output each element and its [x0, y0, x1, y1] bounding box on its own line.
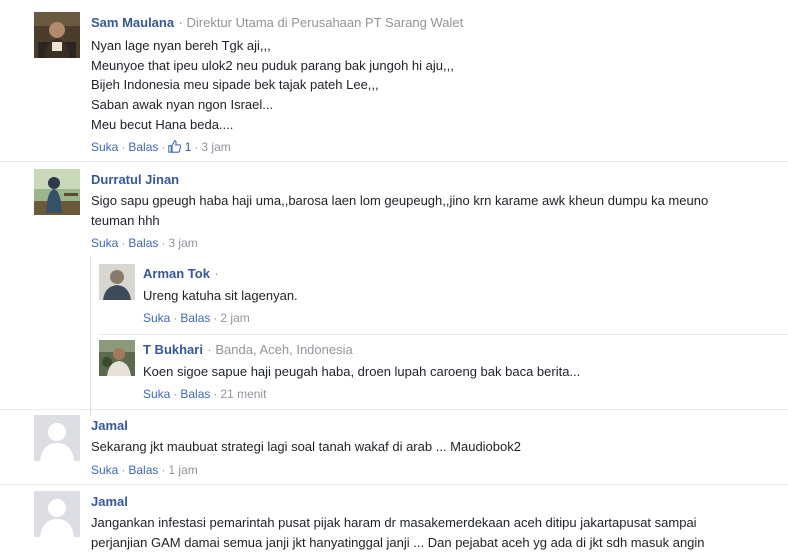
comment-text-line: Jangankan infestasi pemarintah pusat pij…: [91, 515, 697, 530]
comment-text-line: Meunyoe that ipeu ulok2 neu puduk parang…: [91, 57, 454, 73]
avatar[interactable]: [34, 169, 80, 215]
reply-divider: [99, 334, 788, 335]
comment-body: Nyan lage nyan bereh Tgk aji,,, Meunyoe …: [91, 36, 454, 135]
like-count[interactable]: 1: [168, 140, 191, 154]
reply-link[interactable]: Balas: [128, 140, 158, 154]
reply-link[interactable]: Balas: [180, 387, 210, 401]
separator-dot: ·: [121, 463, 126, 477]
separator-dot: ·: [194, 140, 199, 154]
separator-dot: ·: [161, 463, 166, 477]
comment-header: T Bukhari · Banda, Aceh, Indonesia: [143, 341, 353, 359]
like-link[interactable]: Suka: [91, 140, 118, 154]
timestamp[interactable]: 2 jam: [220, 311, 249, 325]
author-subtitle-text: Direktur Utama di Perusahaan PT Sarang W…: [186, 15, 464, 30]
comment-divider: [0, 409, 788, 410]
comment-actions: Suka · Balas · 1 jam: [91, 463, 198, 477]
separator-dot: ·: [173, 311, 178, 325]
author-name[interactable]: Sam Maulana: [91, 15, 174, 30]
comment-divider: [0, 161, 788, 162]
comment-header: Durratul Jinan: [91, 171, 179, 189]
comment-body: Jangankan infestasi pemarintah pusat pij…: [91, 513, 705, 552]
author-name[interactable]: Jamal: [91, 418, 128, 433]
timestamp[interactable]: 1 jam: [168, 463, 197, 477]
avatar[interactable]: [34, 415, 80, 461]
separator-dot: ·: [161, 236, 166, 250]
comment-actions: Suka · Balas · 3 jam: [91, 236, 198, 250]
comment-body: Ureng katuha sit lagenyan.: [143, 286, 298, 306]
like-link[interactable]: Suka: [91, 236, 118, 250]
comment-text-line: Ureng katuha sit lagenyan.: [143, 288, 298, 303]
comment-text-line: Sekarang jkt maubuat strategi lagi soal …: [91, 439, 521, 454]
comment-header: Jamal: [91, 417, 128, 435]
comment-text-line: Saban awak nyan ngon Israel...: [91, 97, 274, 113]
separator-dot: ·: [121, 140, 126, 154]
comment-text-line: Nyan lage nyan bereh Tgk aji,,,: [91, 38, 271, 53]
comment-body: Koen sigoe sapue haji peugah haba, droen…: [143, 362, 580, 382]
author-name[interactable]: Jamal: [91, 494, 128, 509]
author-name[interactable]: T Bukhari: [143, 342, 203, 357]
like-link[interactable]: Suka: [143, 311, 170, 325]
separator-dot: ·: [213, 311, 218, 325]
reply-link[interactable]: Balas: [180, 311, 210, 325]
comment-body: Sigo sapu gpeugh haba haji uma,,barosa l…: [91, 191, 708, 230]
timestamp[interactable]: 3 jam: [201, 140, 230, 154]
comment-header: Sam Maulana · Direktur Utama di Perusaha…: [91, 14, 463, 32]
separator-dot: ·: [214, 266, 219, 281]
comment-header: Jamal: [91, 493, 128, 511]
reply-link[interactable]: Balas: [128, 463, 158, 477]
author-name[interactable]: Durratul Jinan: [91, 172, 179, 187]
thumbs-up-icon: [168, 140, 182, 153]
like-link[interactable]: Suka: [143, 387, 170, 401]
timestamp[interactable]: 3 jam: [168, 236, 197, 250]
comment-text-line: Sigo sapu gpeugh haba haji uma,,barosa l…: [91, 193, 709, 208]
avatar[interactable]: [34, 12, 80, 58]
comment-actions: Suka · Balas · 2 jam: [143, 311, 250, 325]
author-name[interactable]: Arman Tok: [143, 266, 210, 281]
comment-actions: Suka · Balas · 21 menit: [143, 387, 266, 401]
author-subtitle-text: Banda, Aceh, Indonesia: [215, 342, 353, 357]
comment-actions: Suka · Balas · 1 · 3 jam: [91, 140, 231, 154]
timestamp[interactable]: 21 menit: [220, 387, 266, 401]
comment-text-line: teuman hhh: [91, 212, 160, 228]
separator-dot: ·: [213, 387, 218, 401]
like-link[interactable]: Suka: [91, 463, 118, 477]
author-subtitle: · Banda, Aceh, Indonesia: [207, 342, 353, 357]
avatar[interactable]: [34, 491, 80, 537]
avatar[interactable]: [99, 264, 135, 300]
comment-text-line: Koen sigoe sapue haji peugah haba, droen…: [143, 364, 581, 379]
separator-dot: ·: [173, 387, 178, 401]
comment-header: Arman Tok ·: [143, 265, 219, 283]
avatar[interactable]: [99, 340, 135, 376]
author-subtitle: · Direktur Utama di Perusahaan PT Sarang…: [178, 15, 464, 30]
comment-text-line: perjanjian GAM damai semua janji jkt han…: [91, 534, 705, 550]
comment-divider: [0, 484, 788, 485]
separator-dot: ·: [161, 140, 166, 154]
comment-text-line: Meu becut Hana beda....: [91, 116, 234, 132]
reply-link[interactable]: Balas: [128, 236, 158, 250]
reply-thread-line: [90, 256, 91, 416]
separator-dot: ·: [121, 236, 126, 250]
comment-body: Sekarang jkt maubuat strategi lagi soal …: [91, 437, 521, 457]
comment-text-line: Bijeh Indonesia meu sipade bek tajak pat…: [91, 77, 379, 93]
